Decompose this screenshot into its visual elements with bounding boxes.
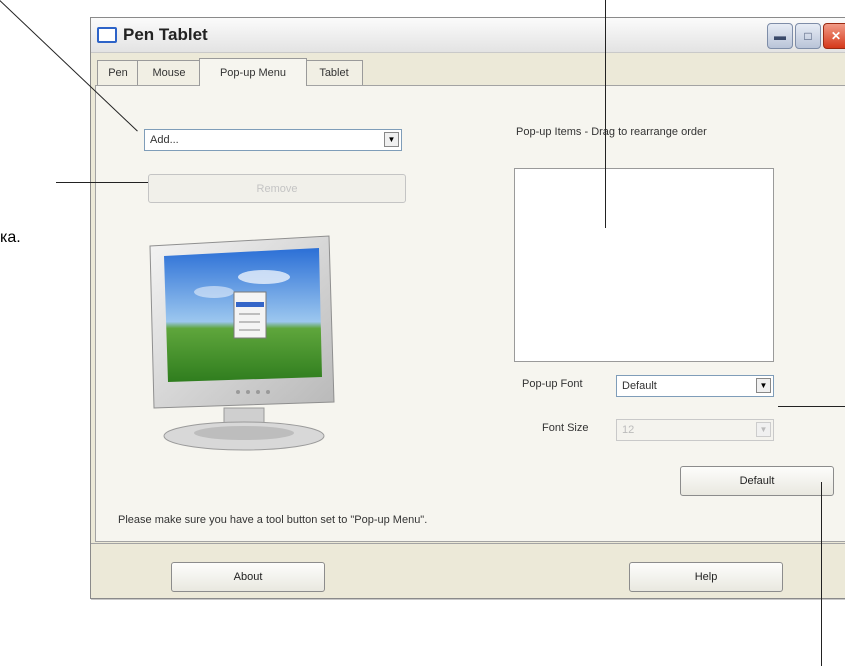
tab-popup-menu[interactable]: Pop-up Menu [199,58,307,86]
bottom-separator [91,543,845,544]
font-size-value: 12 [622,424,635,436]
monitor-with-popup-menu-image [144,232,344,462]
tab-label: Pop-up Menu [219,66,287,79]
font-size-label: Font Size [542,422,589,434]
monitor-illustration-svg [149,235,335,451]
pen-tablet-window: Pen Tablet ▬ □ ✕ Pen Mouse Pop-up Menu T… [90,17,845,599]
app-icon [97,27,117,43]
tab-label: Pen [108,67,128,79]
tab-label: Mouse [152,67,186,79]
dropdown-arrow-icon[interactable]: ▼ [756,378,771,393]
popup-menu-panel: Add... ▼ Remove Pop-up Items - Drag to r… [95,85,845,542]
tab-tablet[interactable]: Tablet [305,60,363,85]
popup-font-value: Default [622,380,657,392]
footer-note: Please make sure you have a tool button … [118,514,428,526]
default-button[interactable]: Default [680,466,834,496]
add-dropdown[interactable]: Add... ▼ [144,129,402,151]
font-size-dropdown[interactable]: 12 ▼ [616,419,774,441]
dropdown-arrow-icon[interactable]: ▼ [384,132,399,147]
tab-mouse[interactable]: Mouse [137,60,201,85]
callout-line [778,406,845,407]
popup-items-list[interactable] [514,168,774,362]
popup-font-dropdown[interactable]: Default ▼ [616,375,774,397]
callout-line [821,482,822,666]
maximize-icon[interactable]: □ [795,23,821,49]
about-button[interactable]: About [171,562,325,592]
tab-pen[interactable]: Pen [97,60,139,85]
help-button[interactable]: Help [629,562,783,592]
minimize-icon[interactable]: ▬ [767,23,793,49]
title-bar: Pen Tablet ▬ □ ✕ [91,18,845,53]
side-note-text: ка. [0,229,21,246]
popup-font-label: Pop-up Font [522,378,583,390]
close-icon[interactable]: ✕ [823,23,845,49]
callout-line [605,0,606,228]
remove-button[interactable]: Remove [148,174,406,203]
tab-label: Tablet [319,67,349,79]
popup-items-heading: Pop-up Items - Drag to rearrange order [516,126,707,138]
callout-line [56,182,148,183]
add-dropdown-value: Add... [150,134,179,146]
window-title: Pen Tablet [123,25,208,44]
dropdown-arrow-icon[interactable]: ▼ [756,422,771,437]
